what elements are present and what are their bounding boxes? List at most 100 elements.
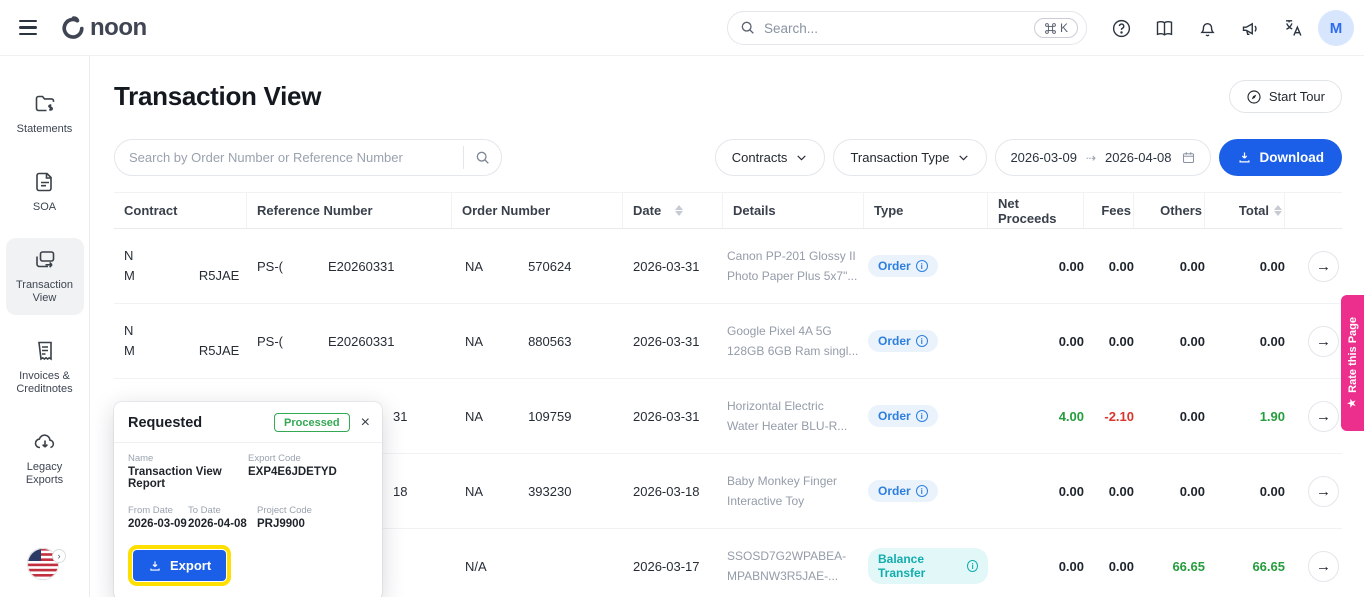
col-reference: Reference Number <box>247 193 452 228</box>
table-row: N MR5JAE PS-(E20260331 NA570624 2026-03-… <box>114 229 1342 304</box>
sort-icon[interactable] <box>1274 205 1282 216</box>
net-proceeds-cell: 0.00 <box>988 484 1084 499</box>
rate-tab-label: Rate this Page <box>1347 317 1359 393</box>
date-range-arrow-icon: ⇢ <box>1086 151 1096 165</box>
table-search[interactable] <box>114 139 502 176</box>
total-cell: 66.65 <box>1205 559 1285 574</box>
row-detail-arrow-button[interactable]: → <box>1308 326 1339 357</box>
col-date[interactable]: Date <box>623 193 723 228</box>
col-order: Order Number <box>452 193 623 228</box>
net-proceeds-cell: 0.00 <box>988 559 1084 574</box>
sidebar-item-invoices-creditnotes[interactable]: Invoices & Creditnotes <box>6 329 84 406</box>
order-number-cell: NA109759 <box>452 409 623 424</box>
project-code-value: PRJ9900 <box>257 518 312 530</box>
type-badge[interactable]: Orderi <box>868 330 938 352</box>
sidebar-item-transaction-view[interactable]: Transaction View <box>6 238 84 315</box>
type-badge[interactable]: Balance Transferi <box>868 548 988 584</box>
close-icon[interactable]: × <box>361 415 370 431</box>
info-icon[interactable]: i <box>916 410 928 422</box>
row-detail-arrow-button[interactable]: → <box>1308 551 1339 582</box>
date-to: 2026-04-08 <box>1105 150 1172 165</box>
global-search[interactable]: K <box>727 11 1087 45</box>
date-range-picker[interactable]: 2026-03-09 ⇢ 2026-04-08 <box>995 139 1210 176</box>
others-cell: 0.00 <box>1134 409 1205 424</box>
to-date-label: To Date <box>188 505 257 516</box>
search-submit-icon[interactable] <box>463 146 501 169</box>
language-translate-icon[interactable] <box>1275 10 1311 46</box>
help-icon[interactable] <box>1103 10 1139 46</box>
details-cell: Horizontal ElectricWater Heater BLU-R... <box>723 396 864 436</box>
info-icon[interactable]: i <box>967 560 978 572</box>
others-cell: 0.00 <box>1134 484 1205 499</box>
sidebar-item-label: SOA <box>33 201 56 214</box>
from-date-value: 2026-03-09 <box>128 518 188 530</box>
start-tour-button[interactable]: Start Tour <box>1229 80 1342 113</box>
col-total[interactable]: Total <box>1205 193 1285 228</box>
export-code-label: Export Code <box>248 453 337 464</box>
transaction-type-filter-dropdown[interactable]: Transaction Type <box>833 139 987 176</box>
type-badge[interactable]: Orderi <box>868 405 938 427</box>
date-cell: 2026-03-31 <box>623 334 723 349</box>
download-button[interactable]: Download <box>1219 139 1343 176</box>
export-button[interactable]: Export <box>133 550 226 581</box>
hamburger-menu-icon[interactable] <box>8 8 48 48</box>
order-number-cell: NA393230 <box>452 484 623 499</box>
date-cell: 2026-03-31 <box>623 259 723 274</box>
date-cell: 2026-03-17 <box>623 559 723 574</box>
user-avatar[interactable]: M <box>1318 10 1354 46</box>
total-cell: 0.00 <box>1205 334 1285 349</box>
type-badge[interactable]: Orderi <box>868 255 938 277</box>
row-detail-arrow-button[interactable]: → <box>1308 401 1339 432</box>
announcements-megaphone-icon[interactable] <box>1232 10 1268 46</box>
total-cell: 0.00 <box>1205 484 1285 499</box>
fees-cell: 0.00 <box>1084 259 1134 274</box>
total-cell: 0.00 <box>1205 259 1285 274</box>
total-cell: 1.90 <box>1205 409 1285 424</box>
table-header: Contract Reference Number Order Number D… <box>114 192 1342 229</box>
table-search-input[interactable] <box>115 150 463 165</box>
sidebar-item-soa[interactable]: SOA <box>6 160 84 224</box>
row-detail-arrow-button[interactable]: → <box>1308 251 1339 282</box>
from-date-label: From Date <box>128 505 188 516</box>
sort-icon[interactable] <box>675 205 683 216</box>
net-proceeds-cell: 0.00 <box>988 334 1084 349</box>
noon-logo[interactable]: noon <box>60 14 147 42</box>
others-cell: 0.00 <box>1134 259 1205 274</box>
soa-document-icon <box>33 170 57 194</box>
type-badge[interactable]: Orderi <box>868 480 938 502</box>
net-proceeds-cell: 0.00 <box>988 259 1084 274</box>
noon-logo-icon <box>60 15 86 41</box>
info-icon[interactable]: i <box>916 260 928 272</box>
fees-cell: -2.10 <box>1084 409 1134 424</box>
guide-book-icon[interactable] <box>1146 10 1182 46</box>
contracts-filter-dropdown[interactable]: Contracts <box>715 139 826 176</box>
global-search-input[interactable] <box>764 21 1034 36</box>
notifications-bell-icon[interactable] <box>1189 10 1225 46</box>
date-from: 2026-03-09 <box>1010 150 1077 165</box>
col-details: Details <box>723 193 864 228</box>
command-icon <box>1044 22 1057 35</box>
col-fees: Fees <box>1084 193 1134 228</box>
sidebar-item-statements[interactable]: Statements <box>6 82 84 146</box>
project-code-label: Project Code <box>257 505 312 516</box>
invoices-receipt-icon <box>33 339 57 363</box>
chevron-down-icon <box>957 151 970 164</box>
country-flag-selector[interactable]: › <box>26 547 62 583</box>
reference-cell: PS-(E20260331 <box>247 334 452 349</box>
search-icon <box>740 20 756 36</box>
sidebar-item-legacy-exports[interactable]: Legacy Exports <box>6 420 84 497</box>
rate-this-page-tab[interactable]: ★ Rate this Page <box>1341 295 1364 431</box>
contract-cell: N MR5JAE <box>114 246 247 286</box>
sidebar-item-label: Transaction View <box>8 279 82 305</box>
processed-status-badge: Processed <box>274 413 350 432</box>
sidebar-item-label: Legacy Exports <box>8 461 82 487</box>
type-cell: Orderi <box>864 255 988 277</box>
info-icon[interactable]: i <box>916 335 928 347</box>
compass-icon <box>1246 89 1262 105</box>
col-contract: Contract <box>114 193 247 228</box>
export-code-value: EXP4E6JDETYD <box>248 466 337 478</box>
info-icon[interactable]: i <box>916 485 928 497</box>
row-detail-arrow-button[interactable]: → <box>1308 476 1339 507</box>
flag-expand-chevron-icon[interactable]: › <box>52 549 66 563</box>
legacy-exports-cloud-download-icon <box>33 430 57 454</box>
